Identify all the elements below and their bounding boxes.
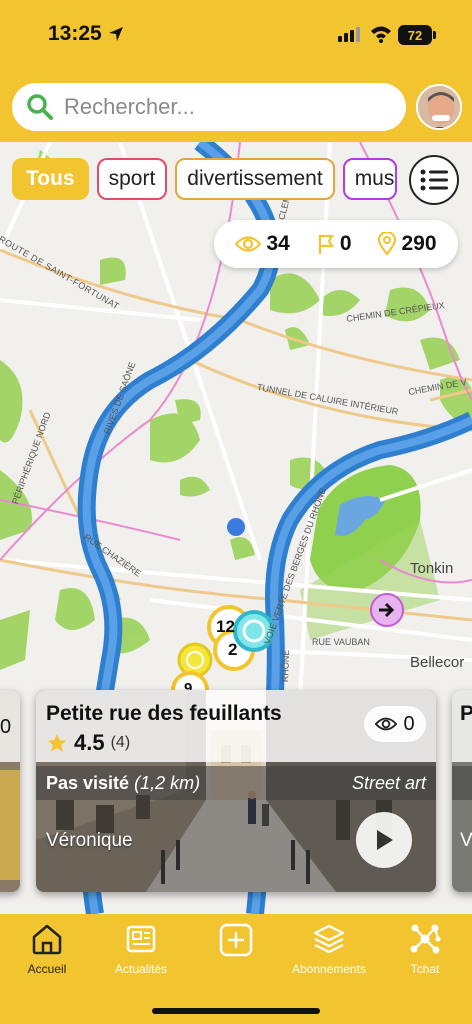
filter-chip-sport[interactable]: sport <box>96 158 168 200</box>
list-view-button[interactable] <box>409 155 459 205</box>
stats-pill: 34 0 290 <box>214 220 458 268</box>
layers-icon <box>313 924 345 954</box>
flag-icon <box>318 234 334 254</box>
wifi-icon <box>371 26 391 43</box>
card-views-pill: 0 <box>364 706 426 742</box>
battery-indicator: 72 <box>398 25 432 45</box>
profile-avatar[interactable] <box>416 84 462 130</box>
stat-places: 290 <box>378 232 437 256</box>
home-indicator[interactable] <box>152 1008 320 1014</box>
filter-chip-all[interactable]: Tous <box>12 158 89 200</box>
battery-level: 72 <box>407 27 423 43</box>
place-card-next[interactable]: P V <box>452 690 472 892</box>
network-icon <box>410 924 441 954</box>
filter-chips: Tous sport divertissement mus <box>12 158 397 200</box>
nav-home-label: Accueil <box>27 962 67 976</box>
nav-news-label: Actualités <box>114 962 168 976</box>
status-time: 13:25 <box>48 22 102 45</box>
filter-chip-divertissement[interactable]: divertissement <box>175 158 335 200</box>
nav-subscriptions-label: Abonnements <box>291 962 367 976</box>
card-next-title: P <box>460 702 472 725</box>
map-cluster-label-b[interactable]: 2 <box>228 640 237 660</box>
map-cluster-label-a[interactable]: 12 <box>216 617 235 637</box>
card-distance: (1,2 km) <box>134 773 201 793</box>
stat-views: 34 <box>235 232 290 256</box>
signal-icon <box>338 27 360 42</box>
stat-places-value: 290 <box>401 232 437 255</box>
card-views-value: 0 <box>0 716 12 738</box>
place-card[interactable]: Petite rue des feuillants 4.5 (4) 0 Pas … <box>36 690 436 892</box>
map-label-tonkin: Tonkin <box>410 560 454 577</box>
map-label-rue-vauban: RUE VAUBAN <box>312 637 370 647</box>
card-rating-count: (4) <box>110 734 131 751</box>
list-icon <box>420 169 448 191</box>
home-icon <box>32 924 62 955</box>
card-title: Petite rue des feuillants <box>46 702 282 725</box>
card-next-author: V <box>460 830 472 851</box>
nav-subscriptions[interactable]: Abonnements <box>283 922 375 976</box>
play-icon <box>377 830 393 850</box>
play-button[interactable] <box>356 812 412 868</box>
eye-icon <box>235 236 262 252</box>
news-icon <box>126 925 156 953</box>
status-bar: 13:25 72 <box>0 0 472 72</box>
card-rating-value: 4.5 <box>74 730 105 755</box>
battery-tip <box>433 31 436 39</box>
star-icon <box>47 733 67 752</box>
nav-chat[interactable]: Tchat <box>379 922 471 976</box>
map-label-rhone: RHÔNE <box>280 649 292 683</box>
stat-flags: 0 <box>317 232 352 256</box>
place-card-previous[interactable]: 0 <box>0 690 20 892</box>
map-label-bellecour: Bellecor <box>410 654 465 671</box>
card-views-value: 0 <box>403 712 415 735</box>
eye-icon <box>375 717 398 731</box>
avatar-photo <box>418 86 460 128</box>
stat-flags-value: 0 <box>339 232 352 255</box>
card-category: Street art <box>351 773 426 793</box>
nav-home[interactable]: Accueil <box>1 922 93 976</box>
location-arrow-icon <box>109 27 123 41</box>
stat-views-value: 34 <box>266 232 290 255</box>
card-rating: 4.5 (4) <box>46 730 130 756</box>
card-status: Pas visité <box>46 773 130 793</box>
map-pin-icon <box>378 232 397 256</box>
card-author: Véronique <box>46 830 133 851</box>
search-input[interactable] <box>64 94 364 120</box>
search-bar[interactable] <box>12 83 406 131</box>
nav-chat-label: Tchat <box>410 962 440 976</box>
add-icon <box>219 923 253 957</box>
card-info-band: Pas visité (1,2 km) Street art <box>36 766 436 800</box>
nav-add[interactable] <box>190 922 282 964</box>
search-icon <box>27 94 53 120</box>
card-visit-status: Pas visité (1,2 km) <box>46 773 200 794</box>
filter-chip-musique[interactable]: mus <box>342 158 397 200</box>
nav-news[interactable]: Actualités <box>95 922 187 976</box>
